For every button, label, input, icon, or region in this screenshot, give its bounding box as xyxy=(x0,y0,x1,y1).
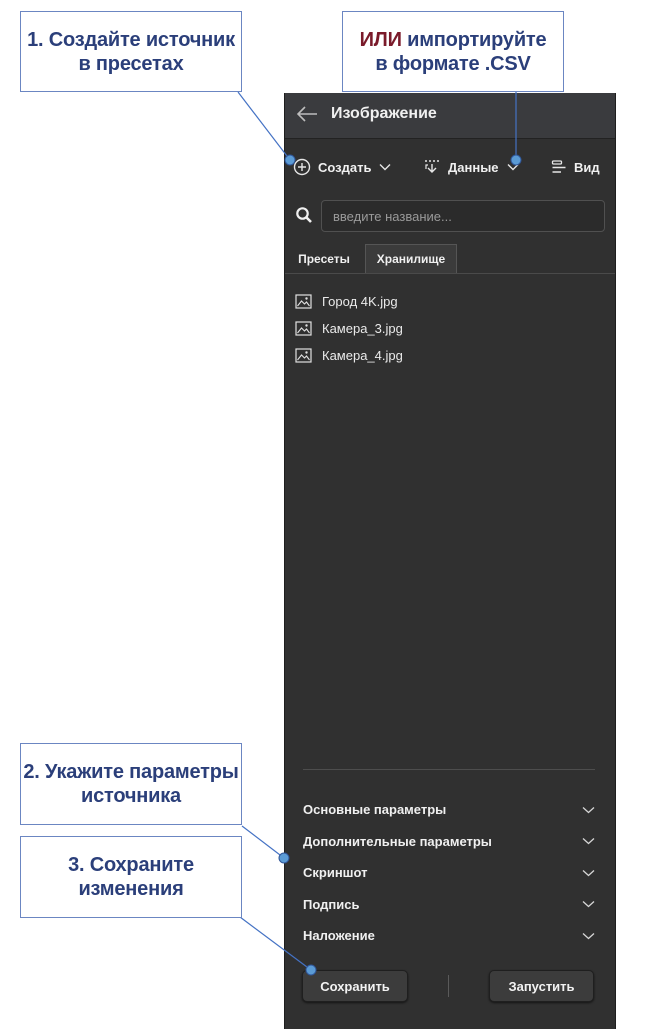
list-item[interactable]: Камера_3.jpg xyxy=(295,315,595,342)
file-name: Город 4K.jpg xyxy=(322,294,398,309)
view-label: Вид xyxy=(574,159,600,175)
create-button[interactable]: Создать xyxy=(293,154,391,180)
search-icon xyxy=(296,207,312,223)
chevron-down-icon xyxy=(582,932,595,940)
image-file-icon xyxy=(295,294,312,309)
callout-text: 2. Укажите параметры источника xyxy=(23,761,239,807)
section-basic-params[interactable]: Основные параметры xyxy=(303,794,599,826)
section-label: Наложение xyxy=(303,928,375,944)
callout-line: ИЛИ импортируйте xyxy=(360,28,547,52)
chevron-down-icon xyxy=(582,806,595,814)
callout-import-csv: ИЛИ импортируйте в формате .CSV xyxy=(342,11,564,92)
panel-header: Изображение xyxy=(285,93,615,139)
back-arrow-icon[interactable] xyxy=(295,104,319,124)
file-name: Камера_3.jpg xyxy=(322,321,403,336)
callout-text: 1. Создайте источник в пресетах xyxy=(27,28,235,75)
save-button[interactable]: Сохранить xyxy=(302,970,408,1002)
callout-set-params: 2. Укажите параметры источника xyxy=(20,743,242,825)
image-file-icon xyxy=(295,348,312,363)
data-label: Данные xyxy=(448,159,499,175)
chevron-down-icon xyxy=(507,164,519,171)
callout-line: в формате .CSV xyxy=(375,52,531,75)
callout-text: импортируйте xyxy=(401,28,547,51)
file-name: Камера_4.jpg xyxy=(322,348,403,363)
callout-text: 3. Сохраните изменения xyxy=(68,854,194,900)
tab-storage[interactable]: Хранилище xyxy=(365,244,457,273)
callout-create-source: 1. Создайте источник в пресетах xyxy=(20,11,242,92)
chevron-down-icon xyxy=(582,869,595,877)
file-list: Город 4K.jpg Камера_3.jpg Камера_4.jpg xyxy=(295,288,595,369)
image-file-icon xyxy=(295,321,312,336)
section-label: Основные параметры xyxy=(303,802,447,818)
section-caption[interactable]: Подпись xyxy=(303,889,599,921)
import-data-icon xyxy=(425,160,439,173)
button-separator xyxy=(448,975,449,997)
create-label: Создать xyxy=(318,159,372,175)
section-label: Дополнительные параметры xyxy=(303,833,492,849)
view-list-icon xyxy=(551,160,566,173)
section-label: Подпись xyxy=(303,896,360,912)
section-overlay[interactable]: Наложение xyxy=(303,920,599,952)
settings-sections: Основные параметры Дополнительные параме… xyxy=(303,794,599,952)
toolbar: Создать Данные Вид xyxy=(285,154,615,180)
run-button[interactable]: Запустить xyxy=(489,970,594,1002)
image-panel: Изображение Создать Данные Вид введите н… xyxy=(284,93,616,1029)
tab-presets[interactable]: Пресеты xyxy=(285,244,363,273)
callout-accent: ИЛИ xyxy=(359,28,402,51)
chevron-down-icon xyxy=(582,901,595,908)
section-extra-params[interactable]: Дополнительные параметры xyxy=(303,826,599,858)
chevron-down-icon xyxy=(379,164,391,171)
search-input[interactable] xyxy=(321,200,605,232)
list-item[interactable]: Камера_4.jpg xyxy=(295,342,595,369)
panel-title: Изображение xyxy=(331,105,437,122)
section-label: Скриншот xyxy=(303,865,368,881)
data-button[interactable]: Данные xyxy=(423,154,519,180)
callout-save-changes: 3. Сохраните изменения xyxy=(20,836,242,918)
add-circle-icon xyxy=(293,158,311,176)
chevron-down-icon xyxy=(582,838,595,845)
tab-bar: Пресеты Хранилище xyxy=(285,244,615,274)
section-divider xyxy=(303,769,595,770)
list-item[interactable]: Город 4K.jpg xyxy=(295,288,595,315)
view-button[interactable]: Вид xyxy=(551,154,600,180)
section-screenshot[interactable]: Скриншот xyxy=(303,857,599,889)
